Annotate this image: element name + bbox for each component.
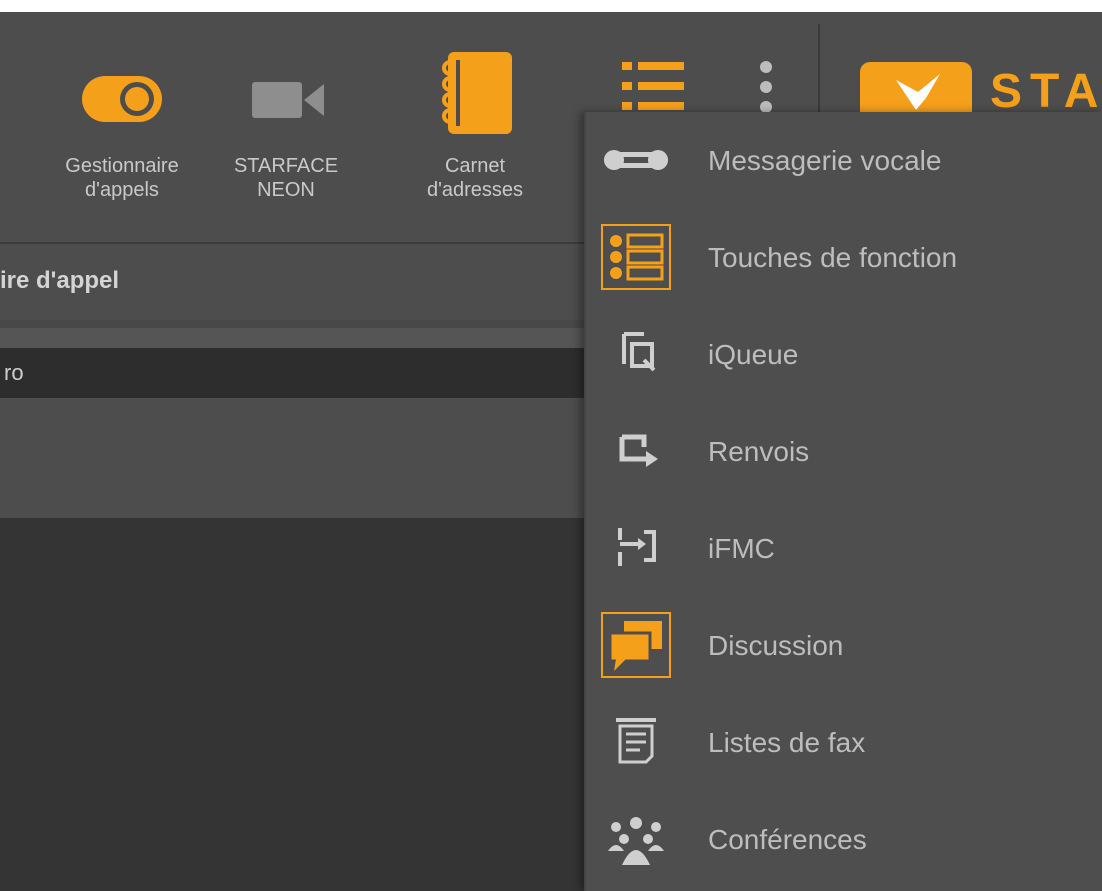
- menu-label: iQueue: [708, 339, 799, 370]
- menu-label: Listes de fax: [708, 727, 866, 758]
- fax-list-icon: [600, 708, 672, 776]
- call-manager-button[interactable]: Gestionnaire d'appels: [38, 12, 206, 242]
- menu-item-ifmc[interactable]: iFMC: [586, 500, 1102, 597]
- toggle-icon: [80, 72, 164, 131]
- function-keys-icon: [600, 223, 672, 291]
- starface-neon-label: STARFACE NEON: [233, 155, 339, 201]
- menu-label: Messagerie vocale: [708, 145, 942, 176]
- ifmc-icon: [600, 514, 672, 582]
- menu-item-fax-lists[interactable]: Listes de fax: [586, 694, 1102, 791]
- more-vertical-icon: [758, 60, 774, 119]
- menu-label: Discussion: [708, 630, 844, 661]
- menu-label: Renvois: [708, 436, 810, 467]
- redirect-icon: [600, 417, 672, 485]
- panel-title: ire d'appel: [0, 267, 120, 294]
- chat-icon: [600, 611, 672, 679]
- menu-item-conferences[interactable]: Conférences: [586, 791, 1102, 888]
- menu-label: Conférences: [708, 824, 867, 855]
- call-list[interactable]: [0, 518, 600, 891]
- search-input[interactable]: [0, 348, 600, 398]
- app-window: Gestionnaire d'appels STARFACE NEON Carn…: [0, 12, 1102, 891]
- panel-divider-lower: [0, 328, 600, 348]
- panel-header: ire d'appel: [0, 244, 600, 320]
- dropdown-menu: Messagerie vocale Touches de fonction iQ…: [584, 112, 1102, 891]
- starface-neon-button[interactable]: STARFACE NEON: [200, 12, 372, 242]
- panel-divider: [0, 320, 600, 328]
- more-button[interactable]: [746, 12, 786, 113]
- menu-item-voicemail[interactable]: Messagerie vocale: [586, 112, 1102, 209]
- menu-label: Touches de fonction: [708, 242, 958, 273]
- list-menu-button[interactable]: [610, 12, 700, 112]
- brand-name: STA: [990, 65, 1102, 118]
- toolbar-separator: [818, 24, 820, 124]
- voicemail-icon: [600, 126, 672, 194]
- conference-icon: [600, 805, 672, 873]
- menu-item-iqueue[interactable]: iQueue: [586, 306, 1102, 403]
- menu-item-discussion[interactable]: Discussion: [586, 597, 1102, 694]
- address-book-icon: [434, 52, 514, 141]
- iqueue-icon: [600, 320, 672, 388]
- menu-item-redirect[interactable]: Renvois: [586, 403, 1102, 500]
- menu-item-function-keys[interactable]: Touches de fonction: [586, 209, 1102, 306]
- video-camera-icon: [250, 80, 326, 125]
- address-book-button[interactable]: Carnet d'adresses: [390, 12, 560, 242]
- address-book-label: Carnet d'adresses: [426, 155, 524, 201]
- filter-area: [0, 398, 600, 518]
- call-manager-label: Gestionnaire d'appels: [65, 155, 179, 201]
- menu-label: iFMC: [708, 533, 775, 564]
- list-icon: [622, 62, 686, 115]
